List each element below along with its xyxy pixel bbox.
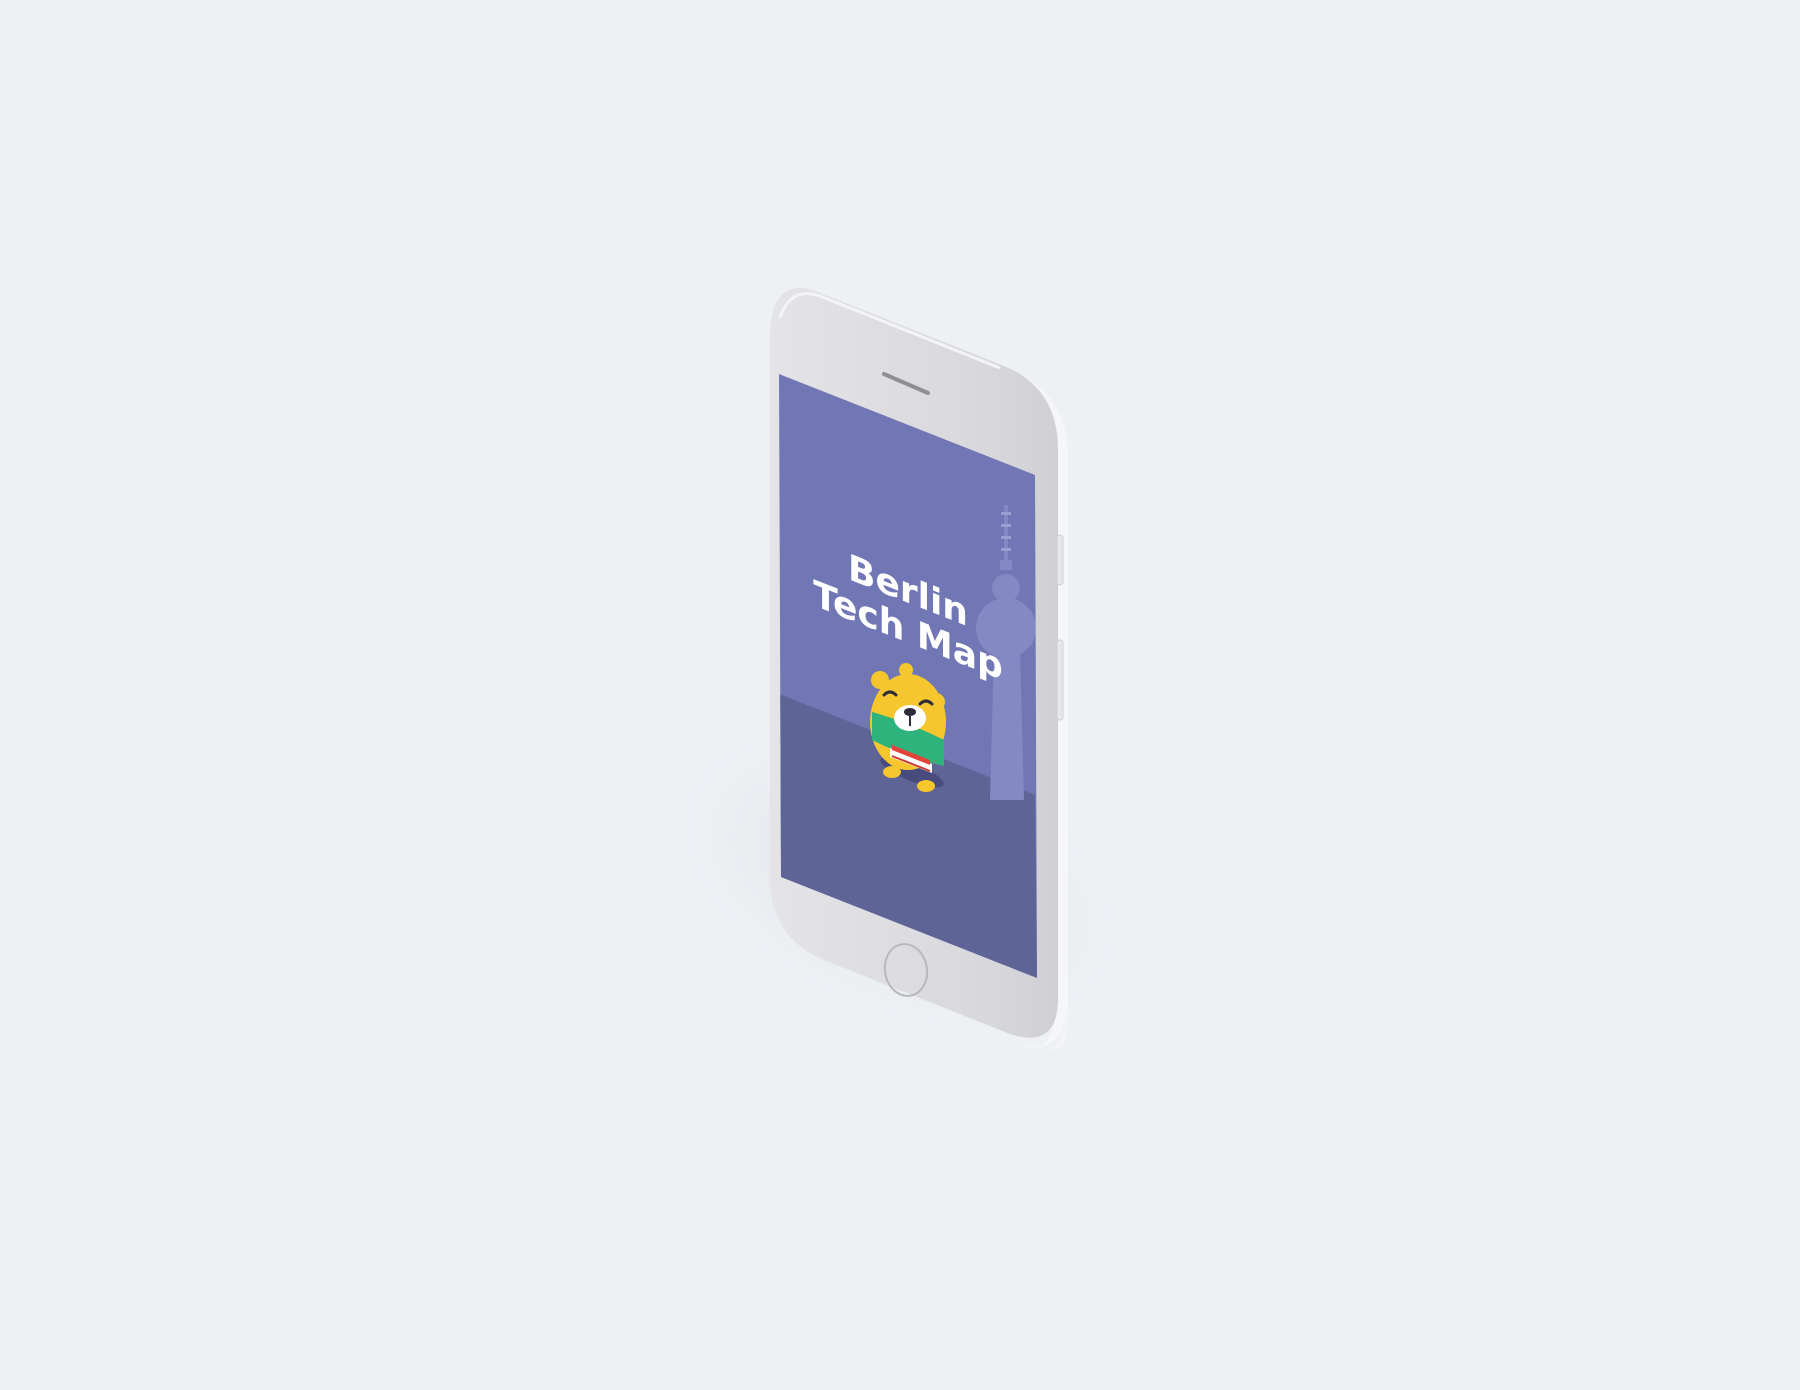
volume-down-button[interactable] xyxy=(1056,639,1064,721)
device-mockup-scene: Berlin Tech Map xyxy=(652,288,1148,1052)
volume-up-button[interactable] xyxy=(1056,534,1064,586)
